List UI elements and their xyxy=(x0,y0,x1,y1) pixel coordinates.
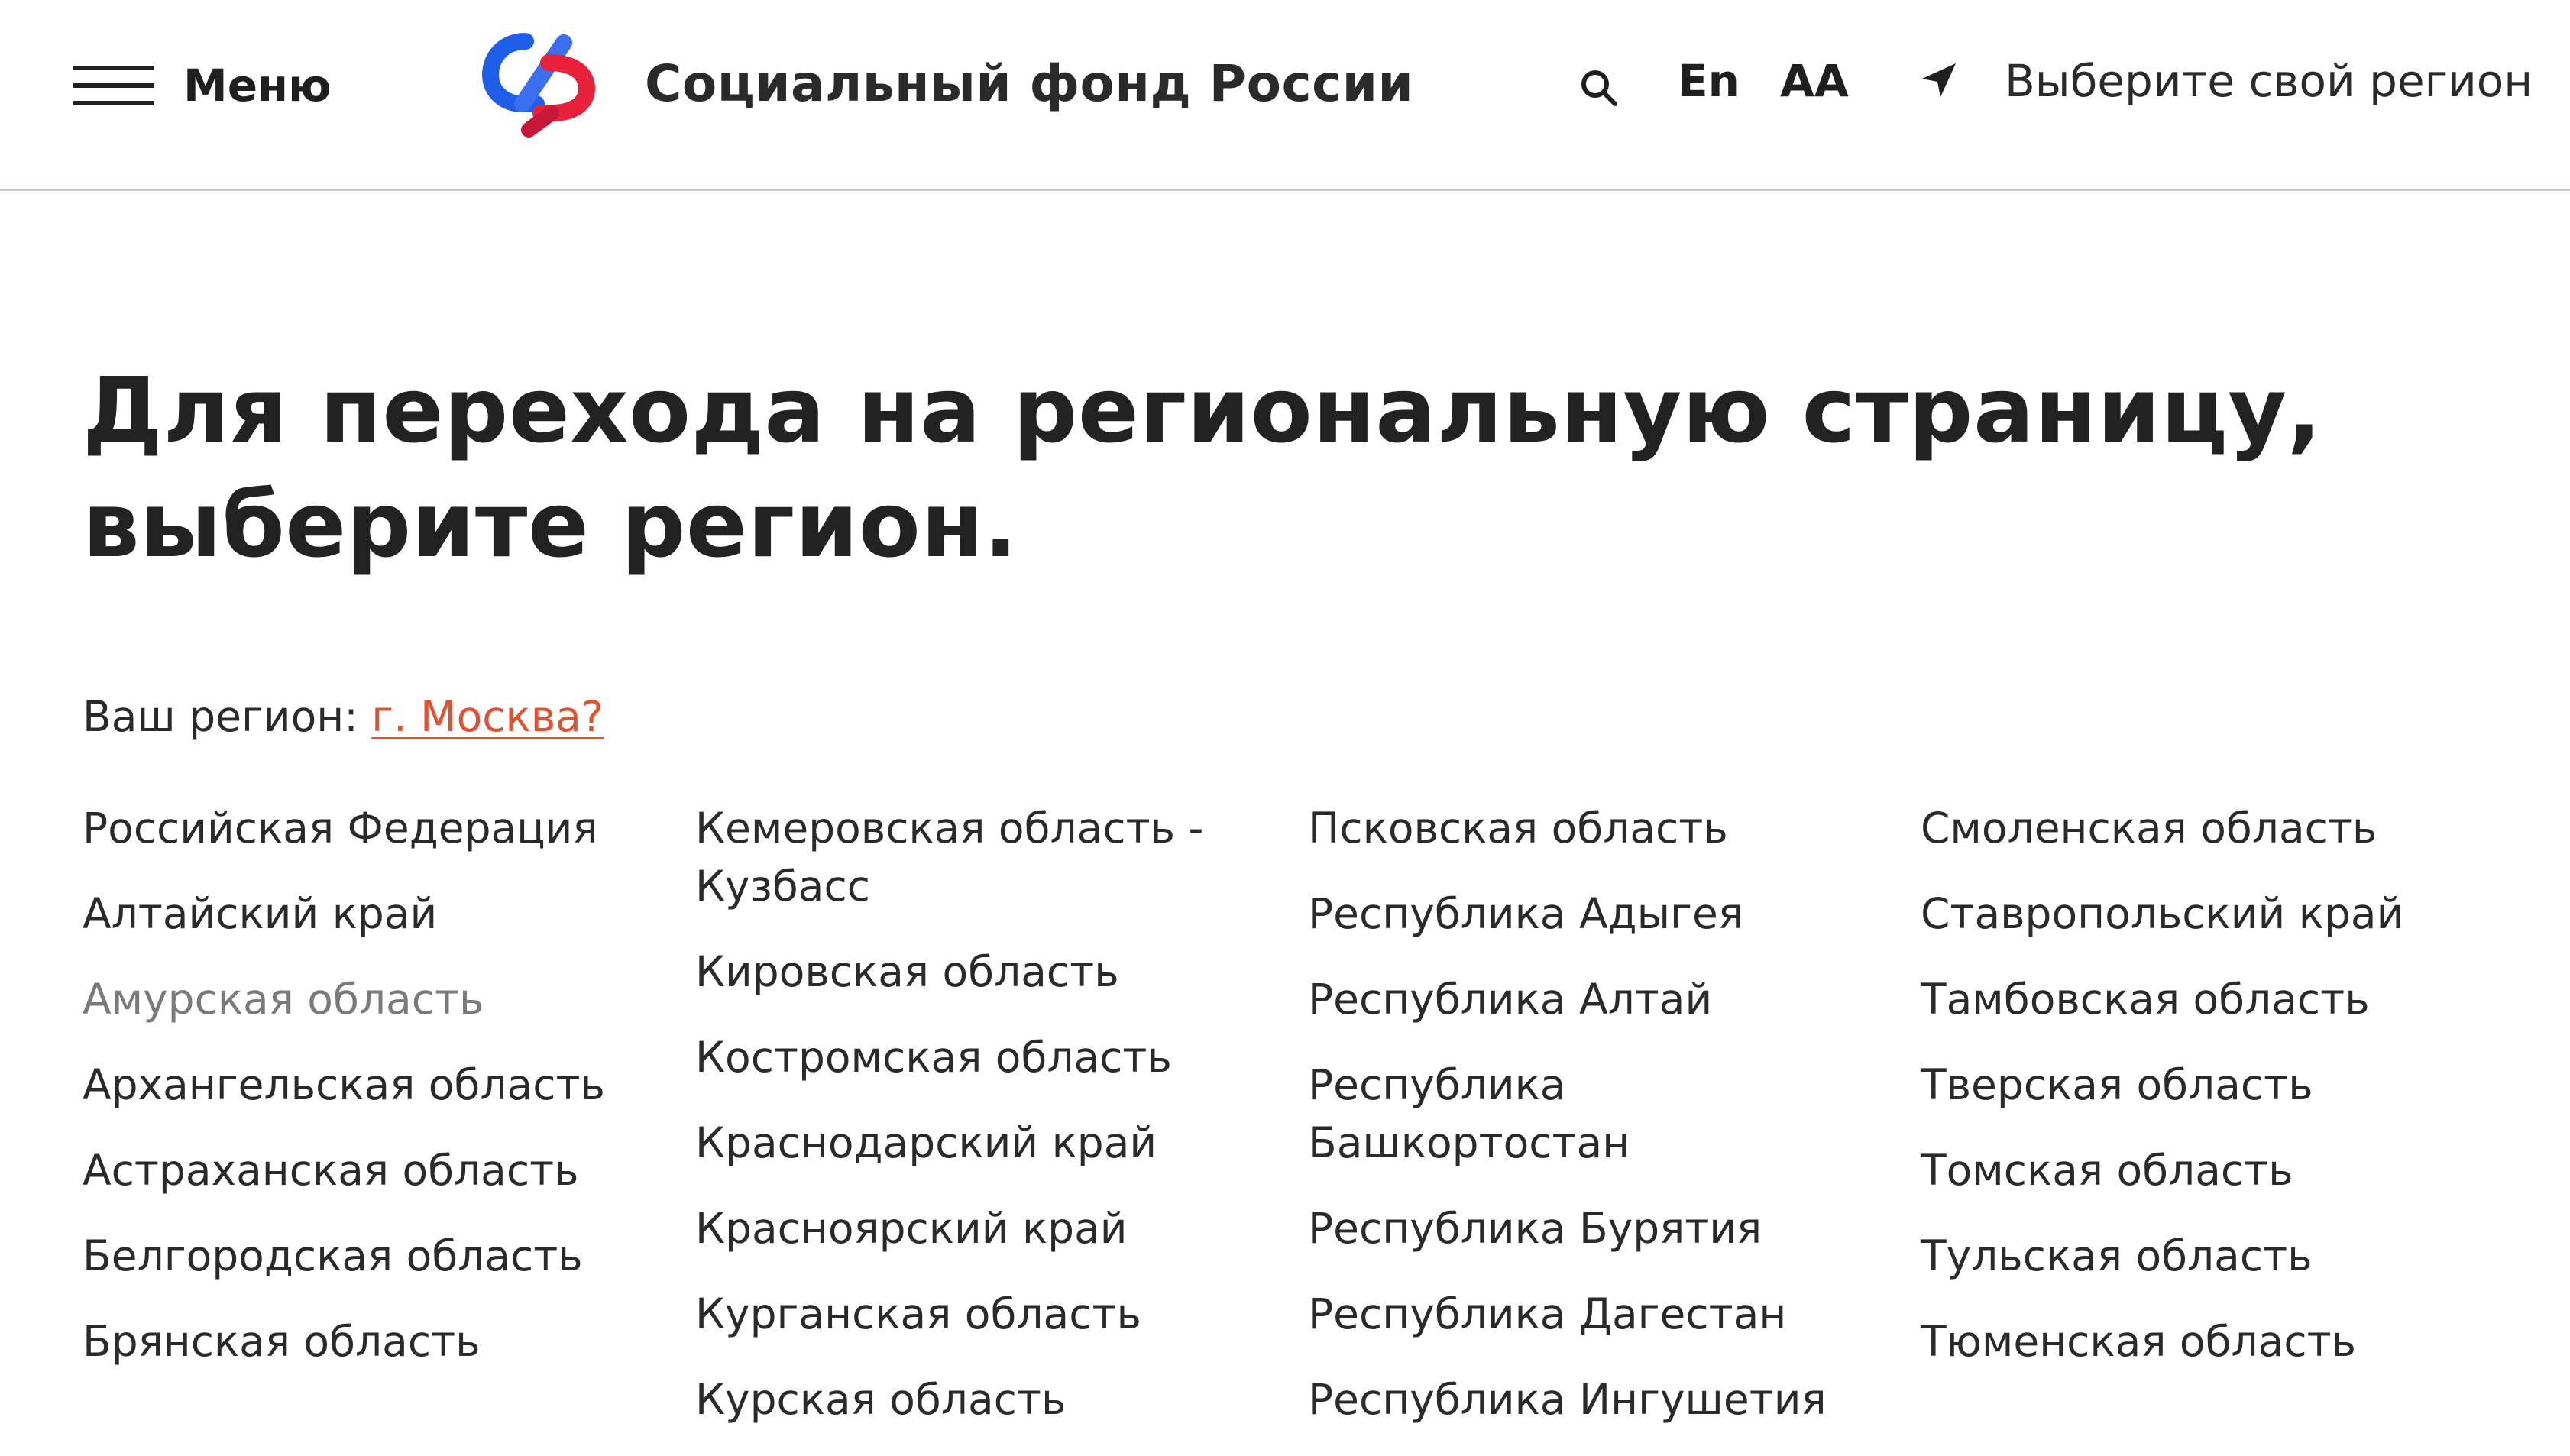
region-link[interactable]: Красноярский край xyxy=(695,1199,1276,1257)
brand-logo-link[interactable]: Социальный фонд России xyxy=(472,26,1413,141)
region-link[interactable]: Тюменская область xyxy=(1921,1312,2501,1370)
language-switch-en[interactable]: En xyxy=(1678,55,1740,107)
region-list-column-3: Псковская область Республика Адыгея Респ… xyxy=(1308,799,1889,1456)
region-link[interactable]: Республика Адыгея xyxy=(1308,885,1889,943)
region-link[interactable]: Республика Бурятия xyxy=(1308,1199,1889,1257)
region-link[interactable]: Курская область xyxy=(695,1370,1276,1428)
page-title: Для перехода на региональную страницу, в… xyxy=(83,358,2322,578)
region-link[interactable]: Тульская область xyxy=(1921,1227,2501,1285)
burger-icon xyxy=(73,64,154,107)
region-link[interactable]: Кировская область xyxy=(695,943,1276,1001)
region-link[interactable]: Белгородская область xyxy=(83,1227,663,1285)
font-size-toggle[interactable]: АА xyxy=(1780,55,1849,107)
menu-button[interactable]: Меню xyxy=(73,58,332,113)
region-link[interactable]: Республика Ингушетия xyxy=(1308,1370,1889,1428)
region-link[interactable]: Тверская область xyxy=(1921,1056,2501,1114)
detected-region-link[interactable]: г. Москва? xyxy=(371,692,604,741)
site-header: Меню Социальный фонд России En АА Выбери… xyxy=(0,0,2570,191)
location-arrow-icon xyxy=(1922,63,1956,97)
brand-name: Социальный фонд России xyxy=(645,53,1414,113)
your-region-label: Ваш регион: xyxy=(83,692,358,741)
region-link[interactable]: Псковская область xyxy=(1308,799,1889,857)
your-region-prompt: Ваш регион: г. Москва? xyxy=(83,692,604,741)
search-icon[interactable] xyxy=(1578,67,1620,108)
region-link[interactable]: Краснодарский край xyxy=(695,1114,1276,1172)
region-link[interactable]: Смоленская область xyxy=(1921,799,2501,857)
region-link[interactable]: Брянская область xyxy=(83,1312,663,1370)
region-link[interactable]: Астраханская область xyxy=(83,1141,663,1199)
region-link[interactable]: Амурская область xyxy=(83,970,663,1028)
region-link[interactable]: Томская область xyxy=(1921,1141,2501,1199)
region-link[interactable]: Архангельская область xyxy=(83,1056,663,1114)
sfr-logo-icon xyxy=(481,33,596,138)
region-link[interactable]: Кемеровская область - Кузбасс xyxy=(695,799,1276,915)
region-link[interactable]: Республика Алтай xyxy=(1308,970,1889,1028)
region-link[interactable]: Алтайский край xyxy=(83,885,663,943)
menu-label: Меню xyxy=(183,60,332,112)
region-select-label: Выберите свой регион xyxy=(2005,55,2533,107)
region-list-column-2: Кемеровская область - Кузбасс Кировская … xyxy=(695,799,1276,1456)
region-link[interactable]: Костромская область xyxy=(695,1028,1276,1086)
region-link[interactable]: Курганская область xyxy=(695,1285,1276,1343)
region-link[interactable]: Российская Федерация xyxy=(83,799,663,857)
region-link[interactable]: Ставропольский край xyxy=(1921,885,2501,943)
region-link[interactable]: Республика Дагестан xyxy=(1308,1285,1889,1343)
region-list-column-4: Смоленская область Ставропольский край Т… xyxy=(1921,799,2501,1398)
region-list-column-1: Российская Федерация Алтайский край Амур… xyxy=(83,799,663,1398)
region-select-button[interactable]: Выберите свой регион xyxy=(1916,55,2533,107)
region-link[interactable]: Тамбовская область xyxy=(1921,970,2501,1028)
region-link[interactable]: Республика Башкортостан xyxy=(1308,1056,1889,1172)
